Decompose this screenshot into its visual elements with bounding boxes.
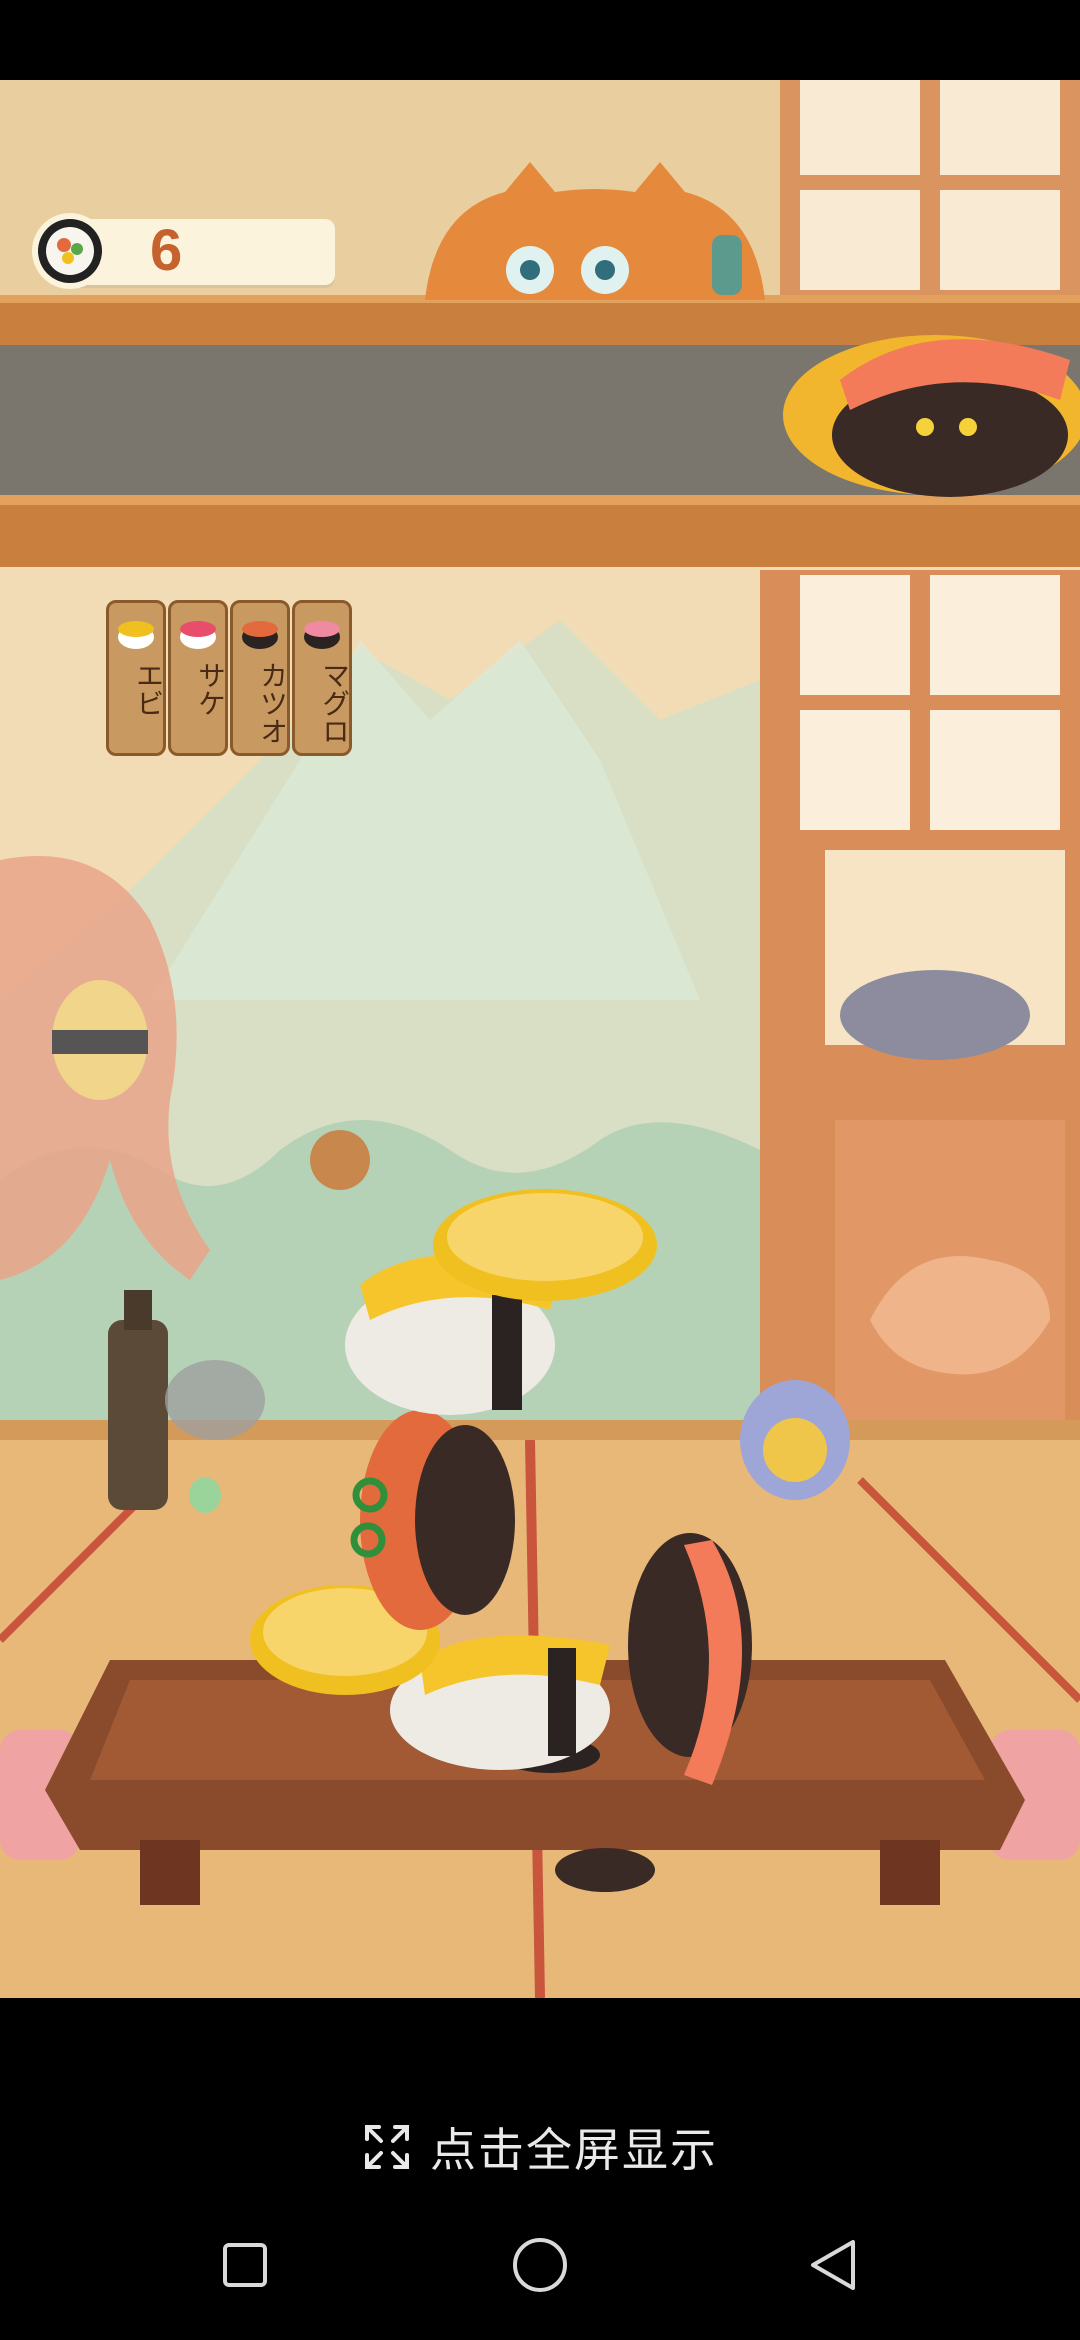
recent-apps-button[interactable] (205, 2230, 285, 2300)
score-value: 6 (150, 218, 183, 283)
lucky-cat (740, 1380, 850, 1500)
maguro-sushi-icon (304, 621, 340, 649)
score-display: 6 (30, 213, 335, 289)
home-button[interactable] (500, 2230, 580, 2300)
sushi-roll-icon (32, 213, 108, 289)
fish-tag-maguro: マグロ (292, 600, 352, 756)
window-top-right (780, 80, 1080, 300)
fish-tag-katsuo: カツオ (230, 600, 290, 756)
status-bar (0, 0, 1080, 80)
fish-tag-sake: サケ (168, 600, 228, 756)
game-scene[interactable]: 6 エビ サケ カツオ マグロ (0, 80, 1080, 1998)
square-icon (223, 2243, 267, 2287)
scene-artwork (0, 80, 1080, 1998)
fullscreen-label: 点击全屏显示 (430, 2123, 718, 2177)
ebi-sushi-icon (118, 621, 154, 649)
back-button[interactable] (795, 2230, 875, 2300)
fullscreen-button[interactable]: 点击全屏显示 (0, 2115, 1080, 2179)
katsuo-sushi-icon (242, 621, 278, 649)
sake-sushi-icon (180, 621, 216, 649)
navigation-bar (0, 2230, 1080, 2300)
triangle-back-icon (811, 2240, 855, 2290)
circle-icon (513, 2238, 567, 2292)
expand-icon (365, 2125, 409, 2169)
fish-tag-ebi: エビ (106, 600, 166, 756)
